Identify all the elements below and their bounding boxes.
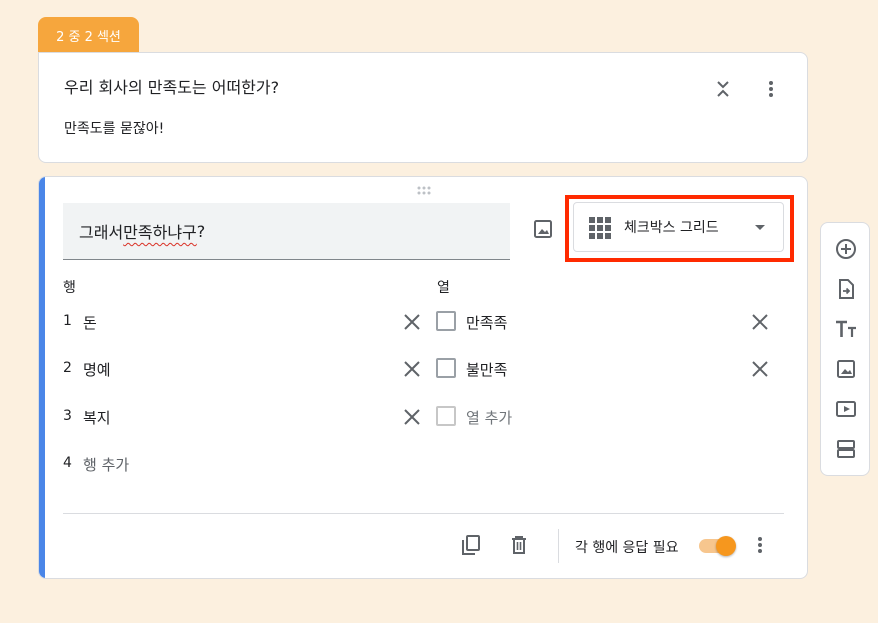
- row-number: 1: [63, 313, 72, 329]
- title-text-icon: [836, 320, 856, 337]
- column-checkbox: [436, 406, 456, 426]
- more-vert-icon: [769, 81, 773, 97]
- copy-icon: [462, 535, 480, 555]
- add-question-button[interactable]: [832, 235, 860, 263]
- grid-column-item[interactable]: 만족족: [436, 307, 776, 337]
- section-title[interactable]: 우리 회사의 만족도는 어떠한가?: [64, 74, 279, 98]
- add-column-item[interactable]: 열 추가: [436, 402, 776, 432]
- row-number: 2: [63, 360, 72, 376]
- footer-divider: [63, 513, 784, 514]
- row-number: 3: [63, 408, 72, 424]
- add-video-icon: [836, 401, 856, 417]
- question-title-input[interactable]: 그래서 만족하냐구 ?: [63, 203, 510, 260]
- question-more-button[interactable]: [747, 532, 773, 558]
- add-image-toolbar-button[interactable]: [832, 355, 860, 383]
- collapse-section-button[interactable]: [708, 76, 738, 102]
- add-row-button[interactable]: 행 추가: [83, 454, 129, 475]
- import-question-button[interactable]: [832, 275, 860, 303]
- question-title-misspelled: 만족하냐구: [123, 223, 197, 242]
- row-label-input[interactable]: 돈: [83, 312, 97, 333]
- remove-column-icon[interactable]: [749, 311, 771, 333]
- image-icon: [534, 220, 552, 238]
- duplicate-question-button[interactable]: [458, 532, 484, 558]
- add-row-item[interactable]: 4 행 추가: [63, 449, 403, 479]
- required-label: 각 행에 응답 필요: [575, 540, 679, 556]
- question-card[interactable]: 그래서 만족하냐구 ? 체크박스 그리드 행 열 1 돈 2 명예 3 복지 4…: [38, 176, 808, 579]
- question-title-part: ?: [196, 221, 206, 241]
- question-type-dropdown[interactable]: 체크박스 그리드: [573, 202, 784, 252]
- add-image-button[interactable]: [529, 215, 557, 243]
- grid-row-item[interactable]: 2 명예: [63, 354, 420, 384]
- section-tab: 2 중 2 섹션: [38, 17, 139, 53]
- required-toggle[interactable]: [699, 535, 737, 556]
- trash-icon: [512, 536, 526, 554]
- delete-question-button[interactable]: [506, 532, 532, 558]
- row-label-input[interactable]: 복지: [83, 407, 111, 428]
- toggle-thumb: [716, 536, 736, 556]
- collapse-icon: [717, 81, 729, 97]
- remove-row-icon[interactable]: [401, 311, 423, 333]
- section-description[interactable]: 만족도를 묻잖아!: [64, 118, 164, 138]
- column-checkbox: [436, 311, 456, 331]
- drag-handle-icon[interactable]: [417, 186, 433, 196]
- row-number: 4: [63, 455, 72, 471]
- remove-row-icon[interactable]: [401, 406, 423, 428]
- grid-column-item[interactable]: 불만족: [436, 354, 776, 384]
- checkbox-grid-icon: [589, 217, 611, 239]
- question-type-label: 체크박스 그리드: [624, 220, 719, 236]
- column-label-input[interactable]: 불만족: [466, 359, 507, 380]
- side-toolbar: [820, 222, 870, 476]
- column-label-input[interactable]: 만족족: [466, 312, 507, 333]
- add-video-button[interactable]: [832, 395, 860, 423]
- add-column-button[interactable]: 열 추가: [466, 407, 512, 428]
- rows-header: 행: [63, 280, 76, 296]
- add-section-icon: [837, 440, 855, 458]
- add-image-icon: [837, 360, 855, 378]
- more-vert-icon: [758, 537, 762, 553]
- add-section-button[interactable]: [832, 435, 860, 463]
- columns-header: 열: [437, 280, 450, 296]
- add-title-button[interactable]: [832, 315, 860, 343]
- remove-row-icon[interactable]: [401, 358, 423, 380]
- section-more-button[interactable]: [757, 76, 785, 102]
- question-title-part: 그래서: [79, 223, 124, 242]
- column-checkbox: [436, 358, 456, 378]
- remove-column-icon[interactable]: [749, 358, 771, 380]
- grid-row-item[interactable]: 1 돈: [63, 307, 420, 337]
- section-header-card[interactable]: [38, 52, 808, 163]
- chevron-down-icon: [755, 225, 765, 230]
- add-question-icon: [836, 239, 856, 259]
- active-question-accent: [39, 177, 45, 578]
- footer-vertical-divider: [558, 529, 559, 563]
- import-question-icon: [839, 279, 854, 299]
- row-label-input[interactable]: 명예: [83, 359, 111, 380]
- grid-row-item[interactable]: 3 복지: [63, 402, 420, 432]
